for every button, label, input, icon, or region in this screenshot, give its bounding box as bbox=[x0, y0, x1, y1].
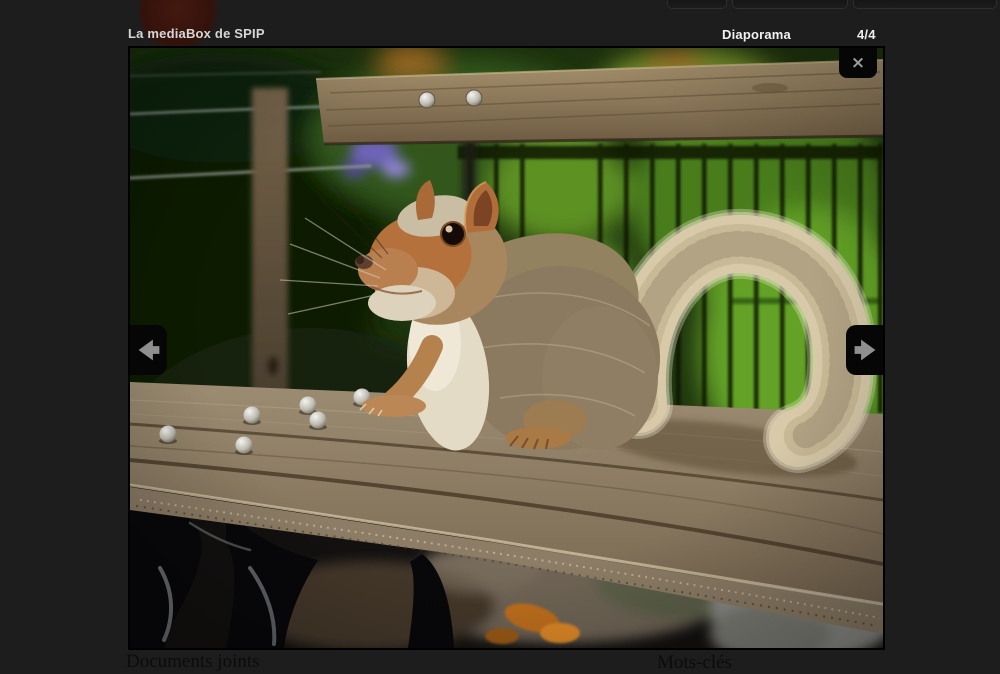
close-button[interactable]: × bbox=[839, 48, 877, 78]
mots-cles-heading: Mots-clés bbox=[657, 652, 732, 674]
cutoff-toolbar-button-3[interactable] bbox=[853, 0, 997, 9]
slideshow-mode-label: Diaporama bbox=[722, 27, 791, 42]
slide-counter: 4/4 bbox=[857, 27, 876, 42]
previous-slide-button[interactable] bbox=[130, 325, 167, 375]
cutoff-toolbar-button-1[interactable] bbox=[667, 0, 727, 9]
squirrel-photo-illustration bbox=[130, 48, 883, 648]
arrow-left-icon bbox=[136, 337, 162, 363]
cutoff-toolbar-button-2[interactable] bbox=[732, 0, 848, 9]
mediabox-title: La mediaBox de SPIP bbox=[128, 26, 265, 41]
next-slide-button[interactable] bbox=[846, 325, 883, 375]
slideshow-image[interactable]: × bbox=[128, 46, 885, 650]
arrow-right-icon bbox=[852, 337, 878, 363]
